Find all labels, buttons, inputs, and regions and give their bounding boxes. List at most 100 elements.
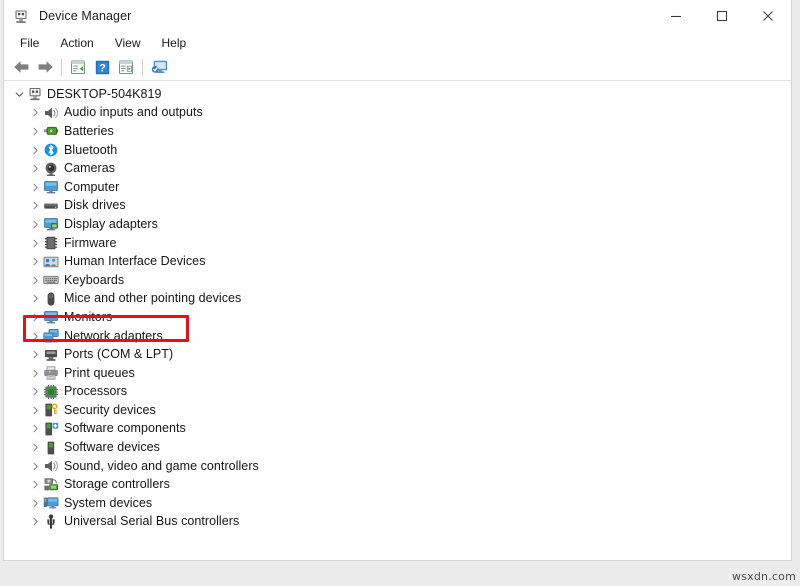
toolbar-separator-1 [61,59,62,76]
tree-item-label: Print queues [64,366,135,381]
watermark: wsxdn.com [732,570,796,583]
tree-item-firmware[interactable]: Firmware [4,234,791,253]
bluetooth-icon [43,142,59,158]
chevron-right-icon[interactable] [27,365,43,381]
tree-item-ports-com-lpt[interactable]: Ports (COM & LPT) [4,345,791,364]
display-adapter-icon [43,216,59,232]
tree-item-software-devices[interactable]: Software devices [4,438,791,457]
camera-icon [43,161,59,177]
tree-item-mice-and-other-pointing-devices[interactable]: Mice and other pointing devices [4,290,791,309]
device-manager-window: Device Manager File Action View Help [3,0,792,561]
tree-item-label: Storage controllers [64,477,170,492]
monitor-icon [43,309,59,325]
speaker-icon [43,105,59,121]
tree-item-system-devices[interactable]: System devices [4,494,791,513]
window-controls [653,0,791,32]
processor-icon [43,384,59,400]
tree-item-label: Ports (COM & LPT) [64,347,173,362]
minimize-button[interactable] [653,0,699,32]
tree-item-security-devices[interactable]: Security devices [4,401,791,420]
hid-icon [43,254,59,270]
network-adapter-icon [43,328,59,344]
chevron-right-icon[interactable] [27,402,43,418]
menu-action[interactable]: Action [52,34,101,53]
update-driver-icon[interactable] [114,56,138,78]
tree-item-computer[interactable]: Computer [4,178,791,197]
tree-item-label: Network adapters [64,329,163,344]
system-device-icon [43,495,59,511]
chevron-down-icon[interactable] [11,86,27,102]
maximize-button[interactable] [699,0,745,32]
chevron-right-icon[interactable] [27,216,43,232]
chevron-right-icon[interactable] [27,235,43,251]
tree-item-network-adapters[interactable]: Network adapters [4,327,791,346]
tree-item-print-queues[interactable]: Print queues [4,364,791,383]
tree-item-label: Software devices [64,440,160,455]
chevron-right-icon[interactable] [27,309,43,325]
chevron-right-icon[interactable] [27,179,43,195]
toolbar: ? [4,54,791,81]
forward-arrow-icon[interactable] [33,56,57,78]
storage-controller-icon [43,477,59,493]
chevron-right-icon[interactable] [27,514,43,530]
close-button[interactable] [745,0,791,32]
mouse-icon [43,291,59,307]
scan-hardware-changes-icon[interactable] [147,56,171,78]
chevron-right-icon[interactable] [27,477,43,493]
disk-drive-icon [43,198,59,214]
window-title: Device Manager [39,9,131,23]
battery-icon [43,123,59,139]
tree-item-label: Processors [64,384,127,399]
properties-icon[interactable] [66,56,90,78]
chevron-right-icon[interactable] [27,291,43,307]
tree-item-label: Bluetooth [64,143,117,158]
menu-file[interactable]: File [12,34,47,53]
tree-item-batteries[interactable]: Batteries [4,122,791,141]
chevron-right-icon[interactable] [27,105,43,121]
chevron-right-icon[interactable] [27,458,43,474]
tree-item-display-adapters[interactable]: Display adapters [4,215,791,234]
keyboard-icon [43,272,59,288]
help-icon[interactable]: ? [90,56,114,78]
device-manager-icon [13,8,29,24]
chevron-right-icon[interactable] [27,328,43,344]
tree-item-label: Keyboards [64,273,124,288]
tree-item-root[interactable]: DESKTOP-504K819 [4,85,791,104]
tree-item-software-components[interactable]: Software components [4,420,791,439]
chevron-right-icon[interactable] [27,384,43,400]
chevron-right-icon[interactable] [27,254,43,270]
chevron-right-icon[interactable] [27,272,43,288]
device-tree[interactable]: DESKTOP-504K819 Audio inputs and outputs [4,81,791,560]
menu-view[interactable]: View [107,34,149,53]
tree-item-keyboards[interactable]: Keyboards [4,271,791,290]
tree-item-disk-drives[interactable]: Disk drives [4,197,791,216]
tree-item-cameras[interactable]: Cameras [4,159,791,178]
back-arrow-icon[interactable] [9,56,33,78]
chevron-right-icon[interactable] [27,421,43,437]
printer-icon [43,365,59,381]
tree-item-label: Human Interface Devices [64,254,206,269]
computer-root-icon [27,86,43,102]
tree-item-sound-video-and-game-controllers[interactable]: Sound, video and game controllers [4,457,791,476]
software-component-icon [43,421,59,437]
chevron-right-icon[interactable] [27,347,43,363]
title-bar: Device Manager [4,0,791,32]
tree-item-storage-controllers[interactable]: Storage controllers [4,475,791,494]
chevron-right-icon[interactable] [27,123,43,139]
chevron-right-icon[interactable] [27,161,43,177]
chevron-right-icon[interactable] [27,495,43,511]
chevron-right-icon[interactable] [27,440,43,456]
chevron-right-icon[interactable] [27,142,43,158]
tree-item-universal-serial-bus-controllers[interactable]: Universal Serial Bus controllers [4,513,791,532]
tree-item-label: Disk drives [64,198,126,213]
tree-item-monitors[interactable]: Monitors [4,308,791,327]
tree-item-processors[interactable]: Processors [4,383,791,402]
chevron-right-icon[interactable] [27,198,43,214]
menu-help[interactable]: Help [154,34,195,53]
monitor-icon [43,179,59,195]
tree-item-audio-inputs-and-outputs[interactable]: Audio inputs and outputs [4,104,791,123]
tree-item-bluetooth[interactable]: Bluetooth [4,141,791,160]
tree-item-human-interface-devices[interactable]: Human Interface Devices [4,252,791,271]
speaker-icon [43,458,59,474]
tree-item-label: Security devices [64,403,156,418]
